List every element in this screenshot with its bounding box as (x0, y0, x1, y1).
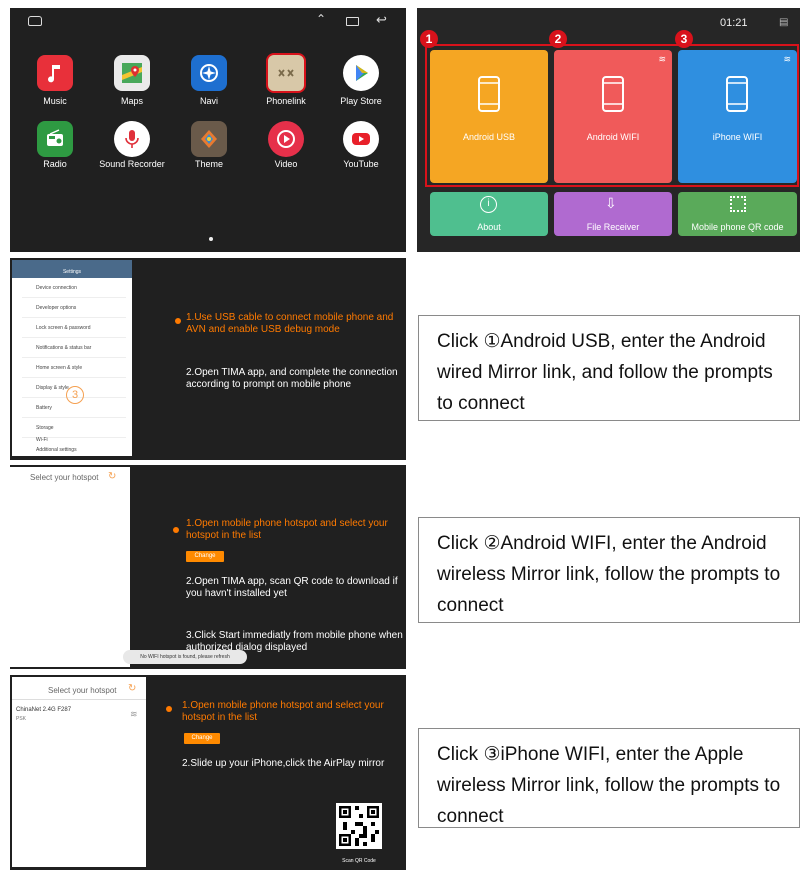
iphone-step-2: 2.Slide up your iPhone,click the AirPlay… (182, 758, 385, 769)
youtube-app-icon[interactable] (343, 121, 379, 157)
android-wifi-screen: Select your hotspot ↻ 1.Open mobile phon… (10, 465, 406, 669)
tile-label: Android USB (462, 132, 516, 142)
network-name[interactable]: ChinaNet 2.4G F287 (16, 707, 71, 713)
maps-app-icon[interactable] (114, 55, 150, 91)
refresh-icon[interactable]: ↻ (128, 683, 136, 694)
download-icon: ⇩ (605, 195, 617, 211)
app-label: YouTube (343, 159, 379, 169)
app-label: Sound Recorder (99, 159, 165, 169)
phone-icon (726, 76, 748, 112)
app-label: Music (43, 96, 67, 106)
bullet-icon (166, 706, 172, 712)
hotspot-panel: Select your hotspot ↻ (10, 467, 130, 667)
qr-code-icon (730, 196, 746, 212)
clock: 01:21 (720, 17, 748, 29)
app-label: Video (274, 159, 298, 169)
divider (12, 699, 146, 700)
phonelink-app-icon[interactable] (266, 53, 306, 93)
settings-item[interactable]: Lock screen & password (22, 318, 126, 338)
android-wifi-tile[interactable]: ≋ Android WIFI (554, 50, 672, 183)
android-usb-tile[interactable]: Android USB (430, 50, 548, 183)
video-app-icon[interactable] (268, 121, 304, 157)
navi-app-icon[interactable] (191, 55, 227, 91)
chevron-up-icon[interactable]: ⌃ (316, 12, 326, 26)
app-label: Phonelink (266, 96, 306, 106)
iphone-wifi-tile[interactable]: ≋ iPhone WIFI (678, 50, 797, 183)
file-receiver-tile[interactable]: ⇩ File Receiver (554, 192, 672, 236)
settings-item[interactable]: Home screen & style (22, 358, 126, 378)
qr-code-tile[interactable]: Mobile phone QR code (678, 192, 797, 236)
hotspot-panel: Select your hotspot ↻ ChinaNet 2.4G F287… (12, 677, 146, 867)
settings-panel: Settings Device connection Developer opt… (12, 260, 132, 456)
usb-step-2: 2.Open TIMA app, and complete the connec… (186, 367, 398, 390)
qr-label: Scan QR Code (342, 858, 376, 864)
app-label: Theme (194, 159, 223, 169)
app-label: Maps (120, 96, 143, 106)
change-button[interactable]: Change (184, 733, 220, 744)
theme-app-icon[interactable] (191, 121, 227, 157)
wifi-icon: ≋ (658, 54, 666, 64)
app-label: Radio (43, 159, 67, 169)
settings-title: Settings (62, 269, 82, 275)
hotspot-title: Select your hotspot (30, 473, 99, 482)
caption-android-wifi: Click ②Android WIFI, enter the Android w… (418, 517, 800, 623)
marker-2: 2 (549, 30, 567, 48)
page-indicator (209, 237, 213, 241)
recent-apps-icon[interactable] (346, 17, 359, 26)
microphone-app-icon[interactable] (114, 121, 150, 157)
back-icon[interactable]: ↩ (376, 12, 387, 28)
step-marker: 3 (66, 386, 84, 404)
iphone-wifi-screen: Select your hotspot ↻ ChinaNet 2.4G F287… (10, 675, 406, 870)
info-icon: i (480, 196, 497, 213)
refresh-icon[interactable]: ↻ (108, 471, 116, 482)
settings-item[interactable]: Additional settings (22, 440, 126, 460)
tile-label: Mobile phone QR code (691, 222, 784, 232)
tile-label: About (477, 222, 501, 232)
android-usb-screen: Settings Device connection Developer opt… (10, 258, 406, 460)
caption-android-usb: Click ①Android USB, enter the Android wi… (418, 315, 800, 421)
tile-label: iPhone WIFI (712, 132, 763, 142)
network-security: PSK (16, 716, 27, 722)
tile-label: File Receiver (586, 222, 640, 232)
wifi-icon: ≋ (783, 54, 791, 64)
wifi-step-1: 1.Open mobile phone hotspot and select y… (186, 518, 388, 541)
tile-label: Android WIFI (586, 132, 640, 142)
wifi-signal-icon: ≋ (130, 709, 138, 719)
usb-step-1: 1.Use USB cable to connect mobile phone … (186, 312, 394, 335)
app-label: Play Store (340, 96, 382, 106)
menu-icon[interactable]: ▤ (779, 17, 788, 28)
bullet-icon (173, 527, 179, 533)
iphone-step-1: 1.Open mobile phone hotspot and select y… (182, 700, 384, 723)
phone-icon (602, 76, 624, 112)
settings-item[interactable]: Developer options (22, 298, 126, 318)
play-store-app-icon[interactable] (343, 55, 379, 91)
marker-1: 1 (420, 30, 438, 48)
app-label: Navi (199, 96, 218, 106)
change-button[interactable]: Change (186, 551, 224, 562)
phone-icon (478, 76, 500, 112)
settings-item[interactable]: Notifications & status bar (22, 338, 126, 358)
caption-iphone-wifi: Click ③iPhone WIFI, enter the Apple wire… (418, 728, 800, 828)
radio-app-icon[interactable] (37, 121, 73, 157)
phonelink-screen: 01:21 ▤ Android USB ≋ Android WIFI ≋ iPh… (417, 8, 800, 252)
qr-code-icon (336, 803, 382, 849)
hotspot-title: Select your hotspot (48, 686, 117, 695)
wifi-step-2: 2.Open TIMA app, scan QR code to downloa… (186, 576, 398, 599)
about-tile[interactable]: i About (430, 192, 548, 236)
bullet-icon (175, 318, 181, 324)
launcher-screen: ⌃ ↩ Music Maps Navi Phonelink Play Store… (10, 8, 406, 252)
home-icon[interactable] (28, 16, 42, 26)
music-app-icon[interactable] (37, 55, 73, 91)
toast-message: No WIFI hotspot is found, please refresh (123, 650, 247, 664)
marker-3: 3 (675, 30, 693, 48)
settings-item[interactable]: Device connection (22, 278, 126, 298)
